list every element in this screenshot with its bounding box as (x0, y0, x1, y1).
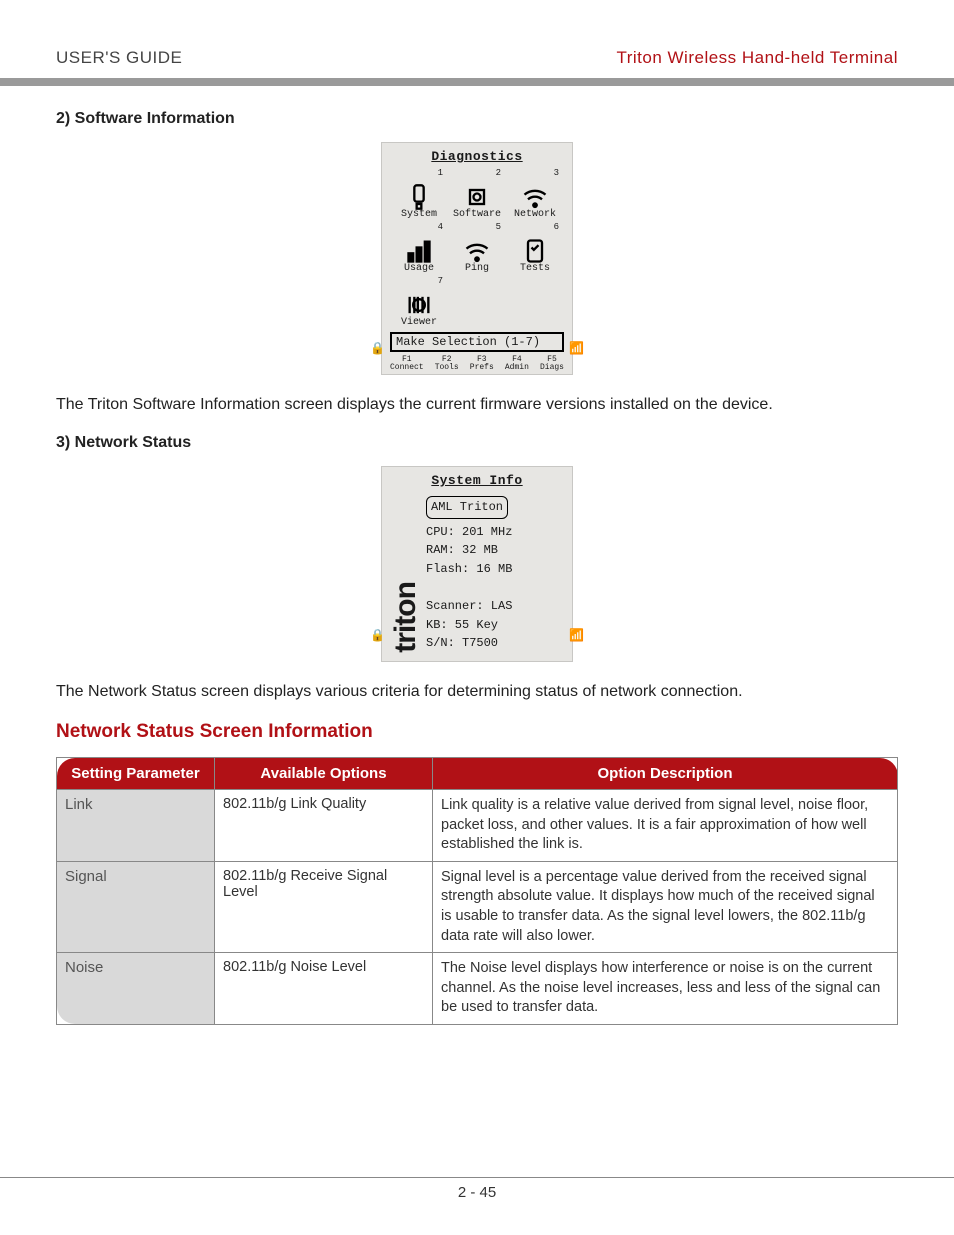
software-info-body: The Triton Software Information screen d… (56, 393, 898, 416)
antenna-icon: 📶 (569, 341, 584, 356)
figure-diagnostics: 🔒 📶 Diagnostics 1System2Software3Network… (381, 142, 573, 375)
lock-icon: 🔒 (370, 341, 385, 356)
cell-param: Noise (57, 953, 215, 1025)
header-right: Triton Wireless Hand-held Terminal (616, 48, 898, 68)
diag-item-usage: 4 Usage (391, 222, 447, 274)
softkey-admin: F4Admin (505, 356, 529, 372)
diag-item-label: Ping (465, 263, 489, 274)
diag-item-number: 5 (496, 222, 501, 232)
sysinfo-line: KB: 55 Key (426, 616, 560, 635)
table-row: Link802.11b/g Link QualityLink quality i… (57, 790, 898, 862)
diag-item-tests: 6 Tests (507, 222, 563, 274)
sysinfo-line (426, 579, 560, 598)
wifi-icon (463, 239, 491, 263)
device-icon (405, 185, 433, 209)
cell-param: Link (57, 790, 215, 862)
section-heading-software-info: 2) Software Information (56, 110, 898, 128)
softkey-connect: F1Connect (390, 356, 424, 372)
diagnostics-title: Diagnostics (388, 149, 566, 164)
diag-item-label: System (401, 209, 437, 220)
network-status-body: The Network Status screen displays vario… (56, 680, 898, 703)
diag-item-number: 2 (496, 168, 501, 178)
cell-param: Signal (57, 861, 215, 952)
header-divider (0, 78, 954, 86)
diag-item-label: Network (514, 209, 556, 220)
table-row: Noise802.11b/g Noise LevelThe Noise leve… (57, 953, 898, 1025)
diag-item-number: 7 (438, 276, 443, 286)
diag-item-number: 4 (438, 222, 443, 232)
figure-system-info: 🔒 📶 System Info triton AML Triton CPU: 2… (381, 466, 573, 662)
table-row: Signal802.11b/g Receive Signal LevelSign… (57, 861, 898, 952)
sysinfo-line: RAM: 32 MB (426, 541, 560, 560)
header-left: USER'S GUIDE (56, 48, 182, 68)
diag-item-ping: 5 Ping (449, 222, 505, 274)
diagnostics-status: Make Selection (1-7) (390, 332, 564, 352)
diag-item-label: Tests (520, 263, 550, 274)
softkey-prefs: F3Prefs (470, 356, 494, 372)
diag-item-label: Software (453, 209, 501, 220)
network-status-table: Setting Parameter Available Options Opti… (56, 757, 898, 1025)
wifi-icon (521, 185, 549, 209)
diag-item-label: Viewer (401, 317, 437, 328)
diag-item-software: 2 Software (449, 168, 505, 220)
diag-item-label: Usage (404, 263, 434, 274)
cell-option: 802.11b/g Noise Level (215, 953, 433, 1025)
section-heading-network-status: 3) Network Status (56, 434, 898, 452)
cell-option: 802.11b/g Link Quality (215, 790, 433, 862)
page-number: 2 - 45 (458, 1184, 496, 1201)
cell-desc: Link quality is a relative value derived… (433, 790, 898, 862)
diag-item-number: 6 (554, 222, 559, 232)
table-heading: Network Status Screen Information (56, 721, 898, 743)
barcode-icon (405, 293, 433, 317)
bars-icon (405, 239, 433, 263)
system-info-title: System Info (388, 473, 566, 488)
sysinfo-line: Flash: 16 MB (426, 560, 560, 579)
page-footer: 2 - 45 (0, 1177, 954, 1201)
sysinfo-line: S/N: T7500 (426, 634, 560, 653)
softkey-diags: F5Diags (540, 356, 564, 372)
clipboard-icon (521, 239, 549, 263)
diag-item-system: 1 System (391, 168, 447, 220)
col-available-options: Available Options (215, 758, 433, 790)
lock-icon: 🔒 (370, 628, 385, 643)
device-name-box: AML Triton (426, 496, 508, 519)
chip-icon (463, 185, 491, 209)
cell-option: 802.11b/g Receive Signal Level (215, 861, 433, 952)
triton-logo: triton (394, 496, 418, 653)
col-option-description: Option Description (433, 758, 898, 790)
antenna-icon: 📶 (569, 628, 584, 643)
sysinfo-line: CPU: 201 MHz (426, 523, 560, 542)
softkey-tools: F2Tools (435, 356, 459, 372)
col-setting-parameter: Setting Parameter (57, 758, 215, 790)
sysinfo-line: Scanner: LAS (426, 597, 560, 616)
diag-item-viewer: 7 Viewer (391, 276, 447, 328)
diag-item-number: 3 (554, 168, 559, 178)
cell-desc: Signal level is a percentage value deriv… (433, 861, 898, 952)
diag-item-number: 1 (438, 168, 443, 178)
diag-item-network: 3 Network (507, 168, 563, 220)
cell-desc: The Noise level displays how interferenc… (433, 953, 898, 1025)
